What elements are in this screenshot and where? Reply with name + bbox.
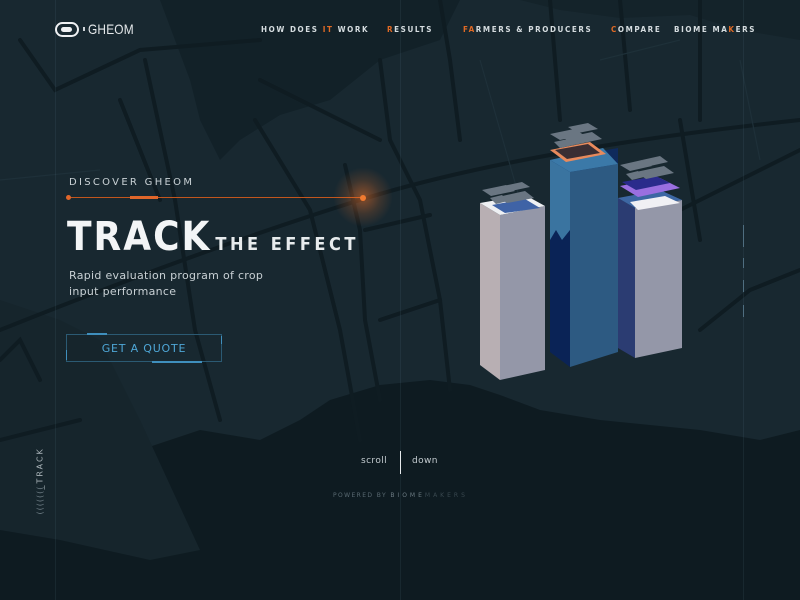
hero-progress-line: [68, 197, 363, 198]
nav-text-rest: RMERS & PRODUCERS: [475, 25, 593, 34]
right-scroll-indicator: [743, 280, 744, 292]
nav-text: OMPARE: [617, 25, 662, 34]
bar-center-cap: [550, 123, 602, 148]
right-scroll-indicator: [743, 225, 744, 247]
powered-by[interactable]: POWERED BY BIOMEMAKERS: [333, 492, 468, 499]
gheom-logo-icon: [55, 21, 79, 37]
bar-right: [618, 156, 682, 358]
site-header: GHEOM HOW DOES IT WORK RESULTS FARMERS &…: [0, 0, 800, 60]
bar-right-cap: [620, 156, 674, 180]
nav-highlight: A: [468, 25, 476, 34]
nav-text: BIOME MA: [674, 25, 729, 34]
right-scroll-indicator: [743, 305, 744, 317]
nav-text-rest: ERS: [735, 25, 757, 34]
get-quote-button[interactable]: GET A QUOTE: [66, 334, 222, 362]
hero-line-start-dot: [66, 195, 71, 200]
cta-accent: [87, 333, 107, 335]
scroll-hint-left[interactable]: scroll: [361, 456, 387, 466]
cta-accent: [221, 336, 222, 344]
nav-text-rest: WORK: [333, 25, 370, 34]
bar-center: [550, 123, 618, 367]
powered-by-prefix: POWERED BY: [333, 492, 391, 499]
side-progress-brackets: (((((((: [35, 485, 45, 515]
hero-line-end-dot[interactable]: [360, 195, 366, 201]
bar-right-top-plate: [620, 176, 680, 197]
logo[interactable]: GHEOM: [55, 21, 142, 37]
hero-title: TRACK THE EFFECT: [67, 214, 359, 260]
3d-bars-illustration: [480, 123, 682, 380]
cta-accent: [66, 350, 67, 360]
side-section-label: _TRACK: [35, 447, 45, 490]
logo-text: GHEOM: [88, 21, 134, 37]
bar-left: [480, 182, 545, 380]
hero-line-active-segment: [130, 196, 158, 199]
get-quote-label: GET A QUOTE: [101, 341, 187, 355]
guide-line-center: [400, 0, 401, 600]
nav-highlight: K: [728, 25, 736, 34]
nav-results[interactable]: RESULTS: [387, 25, 433, 34]
nav-highlight: C: [611, 25, 618, 34]
scroll-divider: [400, 451, 401, 474]
nav-text: HOW DOES: [261, 25, 323, 34]
powered-by-brand-biome: BIOME: [390, 492, 425, 499]
hero-kicker: DISCOVER GHEOM: [69, 177, 195, 188]
right-scroll-indicator: [743, 258, 744, 268]
scroll-hint-right[interactable]: down: [412, 456, 438, 466]
cta-accent: [152, 361, 202, 363]
hero-title-main: TRACK: [67, 214, 212, 260]
nav-biome-makers[interactable]: BIOME MAKERS: [674, 25, 756, 34]
hero-subtitle: Rapid evaluation program of crop input p…: [69, 269, 264, 298]
guide-line-right: [743, 0, 744, 600]
nav-text: ESULTS: [394, 25, 434, 34]
guide-line-left: [55, 0, 56, 600]
nav-farmers-producers[interactable]: FARMERS & PRODUCERS: [463, 25, 592, 34]
logo-separator: [83, 27, 85, 31]
nav-compare[interactable]: COMPARE: [611, 25, 661, 34]
powered-by-brand-makers: MAKERS: [424, 492, 468, 499]
nav-how-does-it-work[interactable]: HOW DOES IT WORK: [261, 25, 369, 34]
hero-title-secondary: THE EFFECT: [215, 234, 359, 255]
